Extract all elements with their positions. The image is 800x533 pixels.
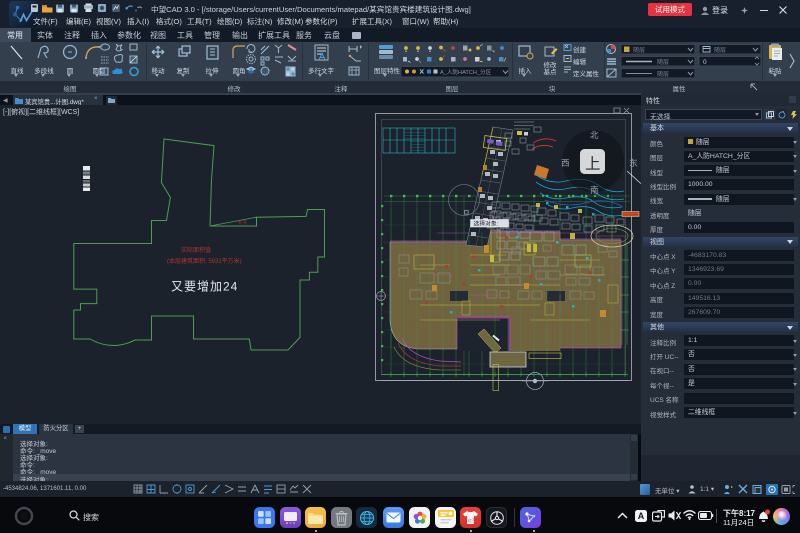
svg-text:又要增加24: 又要增加24 — [171, 280, 238, 294]
svg-text:随层: 随层 — [714, 46, 726, 54]
svg-text:南: 南 — [590, 185, 599, 195]
svg-text:随层: 随层 — [657, 70, 669, 78]
svg-text:[-][俯视][二维线框][WCS]: [-][俯视][二维线框][WCS] — [3, 107, 79, 116]
svg-text:随层: 随层 — [633, 46, 645, 54]
svg-text:北: 北 — [590, 130, 599, 140]
svg-text:东: 东 — [629, 158, 638, 168]
svg-text:A_人防HATCH_分区: A_人防HATCH_分区 — [440, 68, 492, 76]
svg-text:西: 西 — [561, 158, 570, 168]
svg-text:(本层建筑面积: 5931平方米): (本层建筑面积: 5931平方米) — [167, 257, 242, 265]
svg-text:上: 上 — [585, 155, 601, 173]
svg-text:随层: 随层 — [657, 58, 669, 66]
svg-text:补充: 补充 — [238, 219, 247, 226]
svg-text:实际面积值: 实际面积值 — [181, 246, 211, 254]
svg-text:红豆: 红豆 — [468, 517, 476, 523]
svg-text:选择对象:: 选择对象: — [474, 220, 499, 228]
svg-text:0: 0 — [703, 59, 707, 66]
